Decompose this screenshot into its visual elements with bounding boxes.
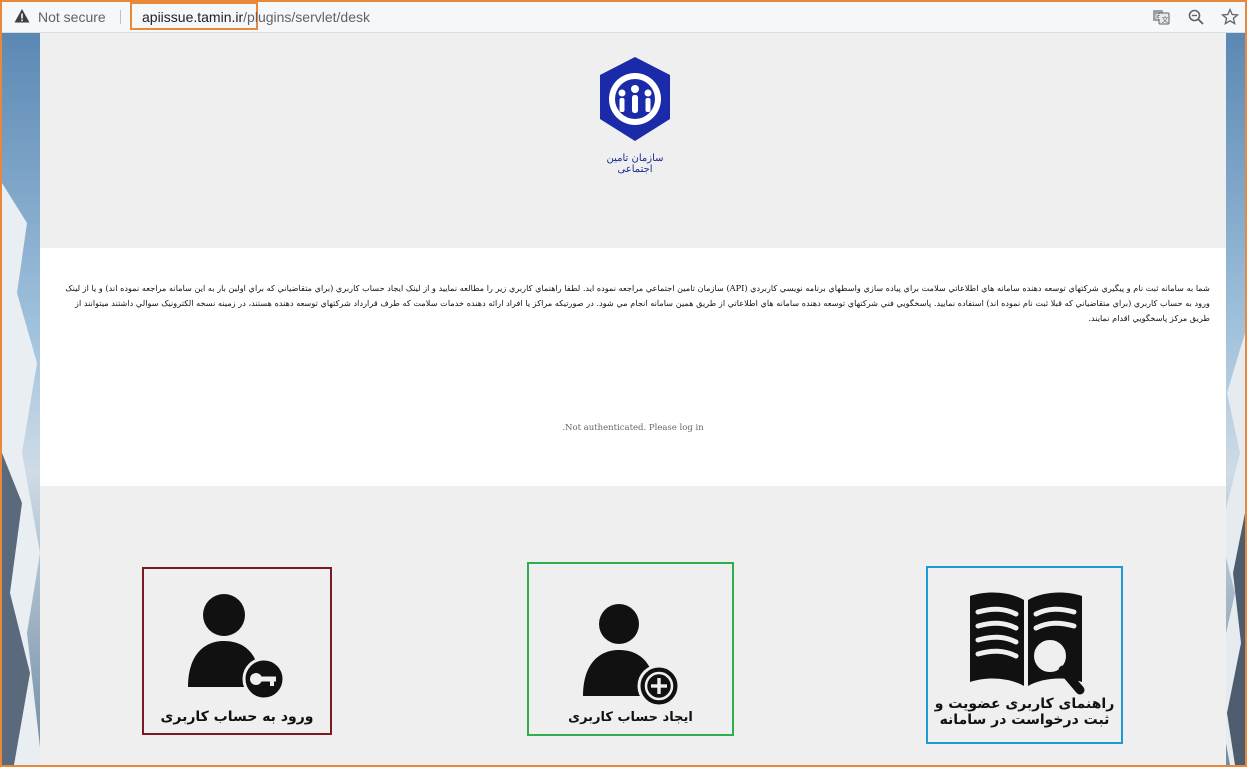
login-card[interactable]: ورود به حساب کاربری xyxy=(142,567,332,735)
svg-text:文: 文 xyxy=(1162,15,1169,24)
url-text[interactable]: apiissue.tamin.ir/plugins/servlet/desk xyxy=(142,9,370,25)
zoom-icon[interactable] xyxy=(1187,8,1205,26)
background-mountain-left xyxy=(2,183,42,765)
star-icon[interactable] xyxy=(1221,8,1239,26)
register-label: ایجاد حساب کاربری xyxy=(568,710,693,725)
url-host: apiissue.tamin.ir xyxy=(142,9,244,25)
warning-icon[interactable] xyxy=(14,8,30,24)
screenshot-frame: Not secure apiissue.tamin.ir/plugins/ser… xyxy=(0,0,1247,767)
svg-text:G: G xyxy=(1155,13,1160,21)
login-label: ورود به حساب کاربری xyxy=(160,709,314,725)
translate-icon[interactable]: G 文 xyxy=(1152,8,1170,26)
user-key-icon xyxy=(188,594,286,701)
user-add-icon xyxy=(583,604,681,708)
page-viewport[interactable]: سازمان تامین اجتماعی شما به سامانه ثبت ن… xyxy=(2,33,1245,765)
auth-status: .Not authenticated. Please log in xyxy=(562,423,704,433)
logo-emblem-icon xyxy=(600,57,670,141)
intro-text: شما به سامانه ثبت نام و پیگیري شرکتهاي ت… xyxy=(65,283,1210,323)
address-divider xyxy=(120,10,121,24)
url-path: /plugins/servlet/desk xyxy=(243,9,370,25)
guide-card[interactable]: راهنمای کاربری عضویت و ثبت درخواست در سا… xyxy=(926,566,1123,744)
book-search-icon xyxy=(970,592,1085,695)
security-label[interactable]: Not secure xyxy=(38,9,106,25)
guide-label-line1: راهنمای کاربری عضویت و xyxy=(934,696,1115,712)
guide-label-line2: ثبت درخواست در سامانه xyxy=(939,712,1110,728)
intro-panel: شما به سامانه ثبت نام و پیگیري شرکتهاي ت… xyxy=(40,248,1226,486)
browser-address-bar[interactable]: Not secure apiissue.tamin.ir/plugins/ser… xyxy=(2,2,1245,33)
tamin-logo: سازمان تامین اجتماعی xyxy=(590,51,680,181)
guide-label: راهنمای کاربری عضویت و ثبت درخواست در سا… xyxy=(928,696,1121,728)
page-content: سازمان تامین اجتماعی شما به سامانه ثبت ن… xyxy=(40,33,1226,765)
logo-caption: سازمان تامین اجتماعی xyxy=(606,153,664,175)
register-card[interactable]: ایجاد حساب کاربری xyxy=(527,562,734,736)
